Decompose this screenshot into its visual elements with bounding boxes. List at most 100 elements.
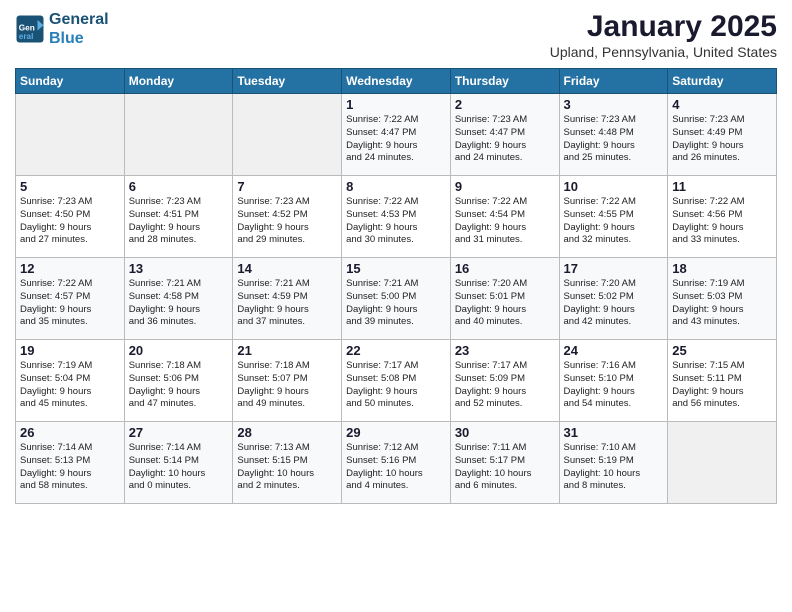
calendar-cell: [668, 422, 777, 504]
title-area: January 2025 Upland, Pennsylvania, Unite…: [550, 10, 777, 60]
day-info: Sunrise: 7:23 AM Sunset: 4:49 PM Dayligh…: [672, 114, 772, 165]
weekday-header: Thursday: [450, 69, 559, 94]
day-info: Sunrise: 7:18 AM Sunset: 5:06 PM Dayligh…: [129, 360, 229, 411]
day-number: 29: [346, 425, 446, 440]
day-number: 15: [346, 261, 446, 276]
day-number: 18: [672, 261, 772, 276]
logo-text: General Blue: [49, 10, 109, 48]
day-number: 31: [564, 425, 664, 440]
day-info: Sunrise: 7:14 AM Sunset: 5:13 PM Dayligh…: [20, 442, 120, 493]
day-info: Sunrise: 7:22 AM Sunset: 4:56 PM Dayligh…: [672, 196, 772, 247]
calendar-cell: 29 Sunrise: 7:12 AM Sunset: 5:16 PM Dayli…: [342, 422, 451, 504]
day-number: 6: [129, 179, 229, 194]
weekday-header: Monday: [124, 69, 233, 94]
day-info: Sunrise: 7:23 AM Sunset: 4:52 PM Dayligh…: [237, 196, 337, 247]
calendar-cell: 18 Sunrise: 7:19 AM Sunset: 5:03 PM Dayli…: [668, 258, 777, 340]
day-number: 14: [237, 261, 337, 276]
weekday-header: Friday: [559, 69, 668, 94]
day-number: 21: [237, 343, 337, 358]
day-info: Sunrise: 7:10 AM Sunset: 5:19 PM Dayligh…: [564, 442, 664, 493]
day-info: Sunrise: 7:19 AM Sunset: 5:04 PM Dayligh…: [20, 360, 120, 411]
day-number: 11: [672, 179, 772, 194]
calendar-week-row: 5Sunrise: 7:23 AM Sunset: 4:50 PM Daylig…: [16, 176, 777, 258]
calendar-cell: 15 Sunrise: 7:21 AM Sunset: 5:00 PM Dayli…: [342, 258, 451, 340]
calendar-week-row: 12Sunrise: 7:22 AM Sunset: 4:57 PM Dayli…: [16, 258, 777, 340]
day-info: Sunrise: 7:21 AM Sunset: 4:59 PM Dayligh…: [237, 278, 337, 329]
page-container: Gen eral General Blue January 2025 Uplan…: [0, 0, 792, 509]
day-info: Sunrise: 7:20 AM Sunset: 5:01 PM Dayligh…: [455, 278, 555, 329]
day-number: 10: [564, 179, 664, 194]
day-number: 19: [20, 343, 120, 358]
calendar-week-row: 26 Sunrise: 7:14 AM Sunset: 5:13 PM Dayli…: [16, 422, 777, 504]
calendar-cell: 20 Sunrise: 7:18 AM Sunset: 5:06 PM Dayli…: [124, 340, 233, 422]
calendar-cell: 28 Sunrise: 7:13 AM Sunset: 5:15 PM Dayli…: [233, 422, 342, 504]
day-info: Sunrise: 7:17 AM Sunset: 5:08 PM Dayligh…: [346, 360, 446, 411]
day-info: Sunrise: 7:11 AM Sunset: 5:17 PM Dayligh…: [455, 442, 555, 493]
day-number: 7: [237, 179, 337, 194]
weekday-header: Tuesday: [233, 69, 342, 94]
day-number: 9: [455, 179, 555, 194]
day-number: 8: [346, 179, 446, 194]
day-info: Sunrise: 7:12 AM Sunset: 5:16 PM Dayligh…: [346, 442, 446, 493]
day-number: 28: [237, 425, 337, 440]
weekday-header: Wednesday: [342, 69, 451, 94]
day-number: 3: [564, 97, 664, 112]
calendar-week-row: 1 Sunrise: 7:22 AM Sunset: 4:47 PM Daylig…: [16, 94, 777, 176]
day-info: Sunrise: 7:18 AM Sunset: 5:07 PM Dayligh…: [237, 360, 337, 411]
calendar-cell: 31 Sunrise: 7:10 AM Sunset: 5:19 PM Dayli…: [559, 422, 668, 504]
day-number: 25: [672, 343, 772, 358]
calendar-cell: 24Sunrise: 7:16 AM Sunset: 5:10 PM Dayli…: [559, 340, 668, 422]
calendar-cell: 30Sunrise: 7:11 AM Sunset: 5:17 PM Dayli…: [450, 422, 559, 504]
day-number: 13: [129, 261, 229, 276]
day-info: Sunrise: 7:20 AM Sunset: 5:02 PM Dayligh…: [564, 278, 664, 329]
calendar-cell: 13 Sunrise: 7:21 AM Sunset: 4:58 PM Dayli…: [124, 258, 233, 340]
day-info: Sunrise: 7:17 AM Sunset: 5:09 PM Dayligh…: [455, 360, 555, 411]
location: Upland, Pennsylvania, United States: [550, 44, 777, 60]
logo-blue: Blue: [49, 30, 84, 47]
calendar-cell: 27 Sunrise: 7:14 AM Sunset: 5:14 PM Dayli…: [124, 422, 233, 504]
calendar-cell: 1 Sunrise: 7:22 AM Sunset: 4:47 PM Daylig…: [342, 94, 451, 176]
weekday-header: Sunday: [16, 69, 125, 94]
calendar-cell: 2Sunrise: 7:23 AM Sunset: 4:47 PM Daylig…: [450, 94, 559, 176]
calendar-cell: 6 Sunrise: 7:23 AM Sunset: 4:51 PM Daylig…: [124, 176, 233, 258]
day-info: Sunrise: 7:15 AM Sunset: 5:11 PM Dayligh…: [672, 360, 772, 411]
day-info: Sunrise: 7:21 AM Sunset: 4:58 PM Dayligh…: [129, 278, 229, 329]
day-number: 27: [129, 425, 229, 440]
calendar-cell: 7 Sunrise: 7:23 AM Sunset: 4:52 PM Daylig…: [233, 176, 342, 258]
calendar-cell: 23Sunrise: 7:17 AM Sunset: 5:09 PM Dayli…: [450, 340, 559, 422]
day-number: 5: [20, 179, 120, 194]
calendar-cell: [16, 94, 125, 176]
calendar-table: SundayMondayTuesdayWednesdayThursdayFrid…: [15, 68, 777, 504]
calendar-cell: 14 Sunrise: 7:21 AM Sunset: 4:59 PM Dayli…: [233, 258, 342, 340]
day-info: Sunrise: 7:16 AM Sunset: 5:10 PM Dayligh…: [564, 360, 664, 411]
day-info: Sunrise: 7:21 AM Sunset: 5:00 PM Dayligh…: [346, 278, 446, 329]
logo: Gen eral General Blue: [15, 10, 109, 48]
calendar-cell: 16Sunrise: 7:20 AM Sunset: 5:01 PM Dayli…: [450, 258, 559, 340]
day-number: 4: [672, 97, 772, 112]
day-number: 26: [20, 425, 120, 440]
day-info: Sunrise: 7:22 AM Sunset: 4:47 PM Dayligh…: [346, 114, 446, 165]
day-number: 1: [346, 97, 446, 112]
calendar-cell: 4 Sunrise: 7:23 AM Sunset: 4:49 PM Daylig…: [668, 94, 777, 176]
month-title: January 2025: [550, 10, 777, 44]
day-info: Sunrise: 7:23 AM Sunset: 4:47 PM Dayligh…: [455, 114, 555, 165]
day-number: 20: [129, 343, 229, 358]
logo-icon: Gen eral: [15, 14, 45, 44]
calendar-cell: 8Sunrise: 7:22 AM Sunset: 4:53 PM Daylig…: [342, 176, 451, 258]
day-info: Sunrise: 7:23 AM Sunset: 4:48 PM Dayligh…: [564, 114, 664, 165]
calendar-cell: 22 Sunrise: 7:17 AM Sunset: 5:08 PM Dayli…: [342, 340, 451, 422]
calendar-cell: 17Sunrise: 7:20 AM Sunset: 5:02 PM Dayli…: [559, 258, 668, 340]
calendar-cell: 10Sunrise: 7:22 AM Sunset: 4:55 PM Dayli…: [559, 176, 668, 258]
svg-text:eral: eral: [19, 32, 34, 41]
calendar-week-row: 19 Sunrise: 7:19 AM Sunset: 5:04 PM Dayli…: [16, 340, 777, 422]
calendar-cell: 19 Sunrise: 7:19 AM Sunset: 5:04 PM Dayli…: [16, 340, 125, 422]
day-info: Sunrise: 7:14 AM Sunset: 5:14 PM Dayligh…: [129, 442, 229, 493]
logo-general: General: [49, 11, 109, 28]
day-info: Sunrise: 7:13 AM Sunset: 5:15 PM Dayligh…: [237, 442, 337, 493]
day-number: 12: [20, 261, 120, 276]
day-number: 22: [346, 343, 446, 358]
day-info: Sunrise: 7:23 AM Sunset: 4:51 PM Dayligh…: [129, 196, 229, 247]
calendar-cell: 9Sunrise: 7:22 AM Sunset: 4:54 PM Daylig…: [450, 176, 559, 258]
day-info: Sunrise: 7:19 AM Sunset: 5:03 PM Dayligh…: [672, 278, 772, 329]
calendar-cell: 26 Sunrise: 7:14 AM Sunset: 5:13 PM Dayli…: [16, 422, 125, 504]
